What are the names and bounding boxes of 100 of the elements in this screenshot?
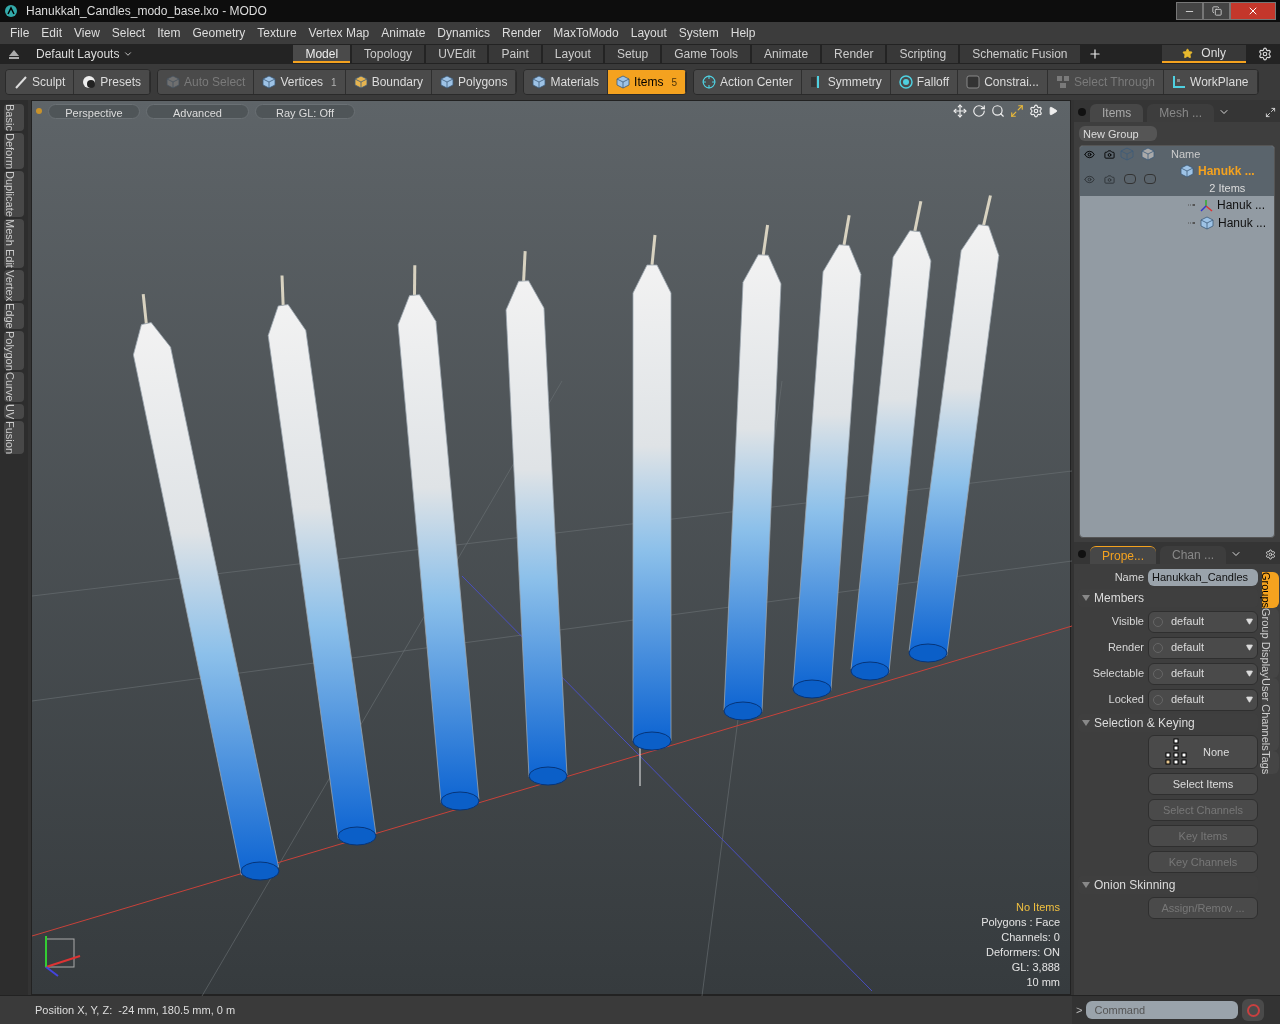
dropdown[interactable]: default (1148, 636, 1258, 659)
layout-tab[interactable]: Model (293, 45, 351, 63)
settings-icon[interactable] (1258, 47, 1272, 61)
toolbar-button[interactable]: Symmetry (801, 70, 891, 94)
layout-tab[interactable]: Topology (352, 45, 425, 63)
toolbar-button[interactable]: Vertices 1 (254, 70, 346, 94)
toolbar-button[interactable]: WorkPlane (1164, 70, 1258, 94)
window-icon (966, 75, 981, 89)
layout-tab[interactable]: Animate (752, 45, 821, 63)
layout-tab[interactable]: Scripting (887, 45, 959, 63)
side-tab[interactable]: Polygon (4, 330, 24, 371)
toolbar-button[interactable]: Presets (74, 70, 151, 94)
toolbar-button[interactable]: Constrai... (958, 70, 1048, 94)
command-field[interactable]: Command (1086, 1001, 1239, 1019)
preset-button[interactable]: None (1148, 735, 1258, 769)
side-tab[interactable]: Vertex (4, 269, 24, 301)
menu-item[interactable]: System (672, 24, 725, 42)
layout-tab[interactable]: UVEdit (426, 45, 488, 63)
workplane-icon (1172, 75, 1187, 89)
side-tab[interactable]: Fusion (4, 421, 24, 455)
menu-item[interactable]: Texture (251, 24, 303, 42)
settings-icon[interactable] (1265, 549, 1276, 560)
menu-item[interactable]: Help (724, 24, 762, 42)
layout-tab[interactable]: Schematic Fusion (960, 45, 1080, 63)
menu-item[interactable]: File (4, 24, 36, 42)
side-tab[interactable]: Basic (4, 104, 24, 131)
checkbox[interactable] (1144, 174, 1156, 184)
menu-item[interactable]: Geometry (186, 24, 252, 42)
menu-item[interactable]: Vertex Map (302, 24, 376, 42)
toolbar-button[interactable]: Falloff (890, 70, 959, 94)
maximize-icon[interactable] (1265, 107, 1276, 118)
tree-connector-icon (1188, 221, 1196, 225)
menu-item[interactable]: Item (151, 24, 187, 42)
group-icon (1180, 163, 1194, 178)
caret-icon (1246, 670, 1253, 677)
side-tab[interactable]: Mesh Edit (4, 218, 24, 268)
layout-tab[interactable]: Paint (489, 45, 541, 63)
layout-tab[interactable]: Game Tools (662, 45, 751, 63)
side-tab[interactable]: Edge (4, 302, 24, 329)
record-button[interactable] (1242, 999, 1265, 1021)
item-row[interactable]: Hanuk ... (1080, 214, 1274, 232)
group-name: Hanukk ... (1198, 162, 1255, 180)
toolbar-button[interactable]: Polygons (432, 70, 517, 94)
viewport-option[interactable]: Advanced (146, 103, 249, 119)
search-icon[interactable] (991, 104, 1005, 118)
toolbar-button[interactable]: Action Center (694, 70, 802, 94)
action-button[interactable]: Select Items (1148, 773, 1258, 795)
item-row[interactable]: Hanuk ... (1080, 196, 1274, 214)
maximize-icon[interactable] (1010, 104, 1024, 118)
vertical-tab[interactable]: Tags (1262, 750, 1279, 774)
vertical-tab[interactable]: Group Display (1262, 608, 1279, 678)
layouts-dropdown[interactable]: Default Layouts (36, 45, 134, 63)
layout-tab[interactable]: Render (822, 45, 886, 63)
add-tab-icon[interactable] (1087, 47, 1102, 61)
menu-item[interactable]: Animate (375, 24, 432, 42)
new-group-button[interactable]: New Group (1079, 126, 1157, 141)
toolbar-button[interactable]: Items 5 (608, 70, 686, 94)
viewport-option[interactable]: Ray GL: Off (255, 103, 355, 119)
side-tab[interactable]: UV (4, 403, 24, 420)
vertical-tab[interactable]: Groups (1262, 572, 1279, 609)
viewport[interactable]: Perspective Advanced Ray GL: Off No Items Polygons : Face Channels: 0 Deformers: ON GL: 3,888 10 mm (31, 100, 1071, 995)
menu-item[interactable]: View (68, 24, 106, 42)
toolbar-button[interactable]: Materials (524, 70, 609, 94)
vertical-tab[interactable]: User Channels (1262, 677, 1279, 751)
panel-tab[interactable]: Prope... (1090, 546, 1157, 564)
menu-item[interactable]: Render (496, 24, 548, 42)
collapse-icon[interactable] (8, 48, 20, 60)
play-icon[interactable] (1048, 106, 1058, 116)
panel-tab[interactable]: Items (1090, 104, 1144, 122)
minimize-button[interactable] (1176, 2, 1203, 20)
menu-item[interactable]: Edit (35, 24, 69, 42)
menu-item[interactable]: MaxToModo (547, 24, 625, 42)
menu-item[interactable]: Layout (624, 24, 673, 42)
layout-tab[interactable]: Setup (604, 45, 661, 63)
dropdown[interactable]: default (1148, 610, 1258, 633)
toolbar-button[interactable]: Sculpt (6, 70, 75, 94)
cube-icon (1141, 147, 1155, 161)
checkbox[interactable] (1124, 174, 1136, 184)
viewport-option[interactable]: Perspective (48, 103, 140, 119)
group-row[interactable]: Hanukk ... 2 Items (1080, 162, 1274, 196)
restore-button[interactable] (1203, 2, 1230, 20)
menu-item[interactable]: Select (105, 24, 152, 42)
dropdown[interactable]: default (1148, 662, 1258, 685)
name-field[interactable]: Hanukkah_Candles (1148, 569, 1258, 586)
side-tab[interactable]: Curve (4, 372, 24, 402)
hierarchy-icon (1165, 738, 1187, 766)
cube-icon (616, 75, 631, 89)
rotate-icon[interactable] (972, 104, 986, 118)
side-tab[interactable]: Duplicate (4, 170, 24, 217)
move-icon[interactable] (953, 104, 967, 118)
dropdown[interactable]: default (1148, 688, 1258, 711)
layout-tab[interactable]: Layout (542, 45, 603, 63)
settings-icon[interactable] (1029, 104, 1043, 118)
position-readout: Position X, Y, Z: -24 mm, 180.5 mm, 0 m (34, 1003, 237, 1018)
cubes-icon (1055, 75, 1070, 89)
menu-item[interactable]: Dynamics (431, 24, 496, 42)
item-count: 2 Items (1209, 180, 1246, 196)
only-toggle[interactable]: Only (1162, 45, 1246, 63)
side-tab[interactable]: Deform (4, 132, 24, 169)
toolbar-button[interactable]: Boundary (345, 70, 433, 94)
